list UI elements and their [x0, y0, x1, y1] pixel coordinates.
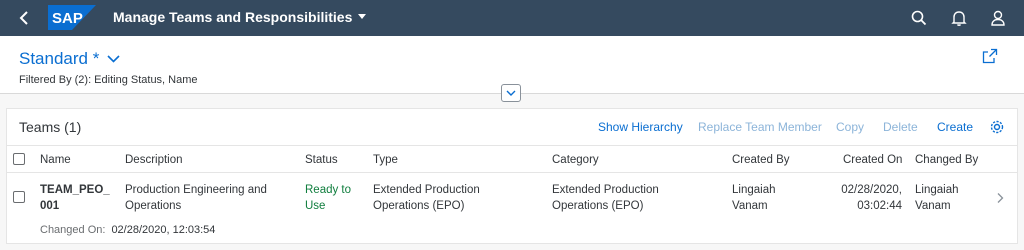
back-button[interactable]: [12, 8, 36, 28]
row-select-checkbox[interactable]: [13, 191, 25, 203]
changed-on-label: Changed On:: [40, 224, 106, 236]
column-header-created-on[interactable]: Created On: [843, 154, 902, 166]
user-profile-icon[interactable]: [989, 9, 1007, 27]
chevron-down-icon: [506, 90, 516, 96]
copy-button[interactable]: Copy: [836, 120, 864, 134]
search-icon[interactable]: [910, 9, 928, 27]
column-header-created-by[interactable]: Created By: [732, 154, 790, 166]
select-all-checkbox[interactable]: [13, 153, 25, 165]
table-row[interactable]: TEAM_PEO_ 001 Production Engineering and…: [7, 173, 1017, 245]
sap-logo: SAP: [48, 5, 96, 30]
app-title-menu[interactable]: Manage Teams and Responsibilities: [113, 9, 367, 25]
filtered-by-text: Filtered By (2): Editing Status, Name: [19, 74, 198, 86]
replace-team-member-button[interactable]: Replace Team Member: [698, 120, 822, 134]
show-hierarchy-button[interactable]: Show Hierarchy: [598, 120, 683, 134]
variant-name: Standard *: [19, 49, 100, 68]
team-type: Extended Production Operations (EPO): [373, 184, 480, 212]
table-title: Teams (1): [19, 119, 82, 135]
table-toolbar: Teams (1) Show Hierarchy Replace Team Me…: [7, 109, 1017, 145]
shell-bar: SAP Manage Teams and Responsibilities: [0, 0, 1024, 36]
column-header-type[interactable]: Type: [373, 154, 398, 166]
chevron-down-icon: [107, 55, 120, 63]
column-header-category[interactable]: Category: [552, 154, 599, 166]
status-text: Ready to Use: [305, 184, 352, 212]
notifications-bell-icon[interactable]: [950, 9, 968, 27]
variant-selector[interactable]: Standard *: [19, 49, 120, 69]
delete-button[interactable]: Delete: [883, 120, 918, 134]
chevron-right-icon[interactable]: [995, 192, 1005, 204]
column-header-description[interactable]: Description: [125, 154, 183, 166]
column-header-changed-by[interactable]: Changed By: [915, 154, 978, 166]
changed-on-info: Changed On: 02/28/2020, 12:03:54: [40, 224, 215, 236]
changed-on-value: 02/28/2020, 12:03:54: [111, 224, 216, 236]
svg-text:SAP: SAP: [52, 10, 83, 27]
changed-by: Lingaiah Vanam: [915, 184, 959, 212]
created-on: 02/28/2020, 03:02:44: [841, 184, 902, 212]
team-name: TEAM_PEO_ 001: [40, 184, 110, 212]
gear-icon[interactable]: [989, 119, 1005, 135]
table-header-row: Name Description Status Type Category Cr…: [7, 145, 1017, 173]
collapse-header-button[interactable]: [501, 84, 521, 102]
team-category: Extended Production Operations (EPO): [552, 184, 659, 212]
created-by: Lingaiah Vanam: [732, 184, 776, 212]
column-header-name[interactable]: Name: [40, 154, 71, 166]
back-arrow-icon: [19, 11, 28, 25]
team-description: Production Engineering and Operations: [125, 184, 267, 212]
create-button[interactable]: Create: [937, 120, 973, 134]
app-title: Manage Teams and Responsibilities: [113, 9, 353, 25]
column-header-status[interactable]: Status: [305, 154, 338, 166]
caret-down-icon: [358, 14, 367, 19]
share-icon[interactable]: [982, 48, 998, 64]
teams-table: Teams (1) Show Hierarchy Replace Team Me…: [6, 108, 1018, 244]
